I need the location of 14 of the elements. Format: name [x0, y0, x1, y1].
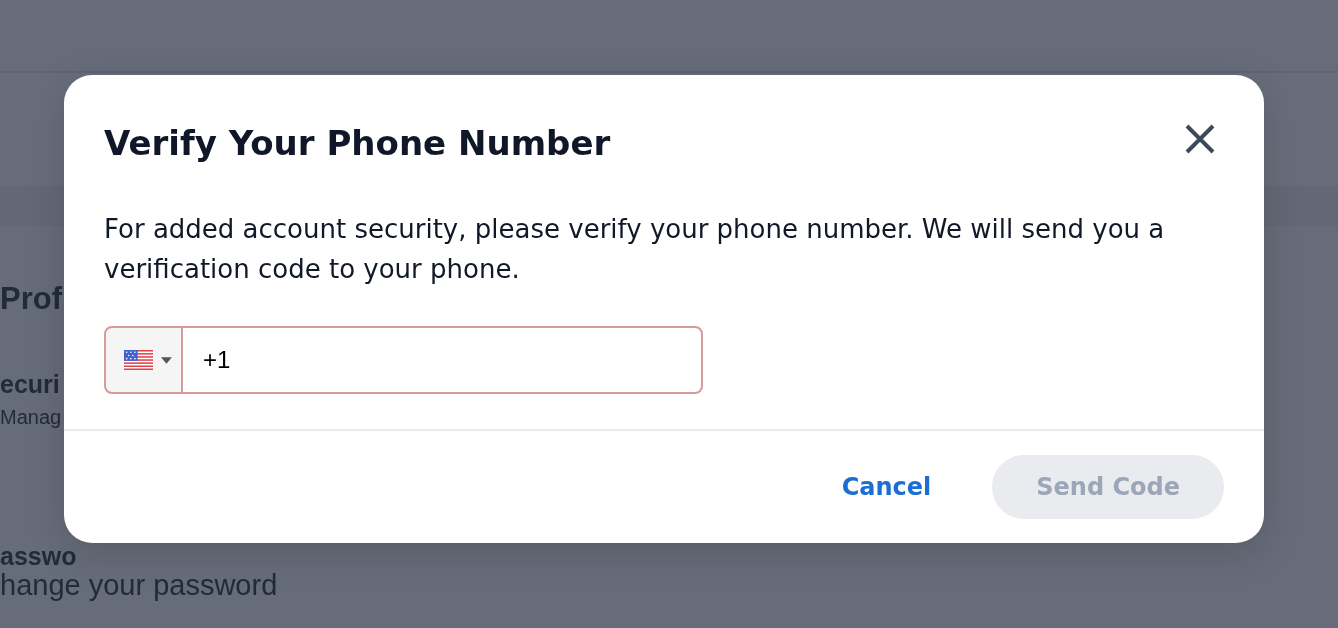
close-button[interactable]: [1184, 123, 1216, 155]
country-selector[interactable]: [104, 326, 183, 394]
phone-input[interactable]: +1: [183, 326, 703, 394]
caret-icon: [161, 356, 172, 364]
setting-title: asswo: [0, 544, 77, 569]
flag-icon: [124, 349, 154, 371]
close-icon: [1184, 123, 1216, 155]
cancel-link[interactable]: Cancel: [841, 475, 932, 499]
setting-title: ecuri: [0, 372, 60, 397]
dialog-message: For added account security, please verify your phone number. We will send you a verification code to your phone.: [104, 213, 1166, 286]
page-heading: Prof: [0, 283, 62, 314]
setting-description: Manag: [0, 407, 62, 427]
dialog-title: Verify Your Phone Number: [104, 126, 611, 160]
setting-description: hange your password: [0, 571, 278, 600]
